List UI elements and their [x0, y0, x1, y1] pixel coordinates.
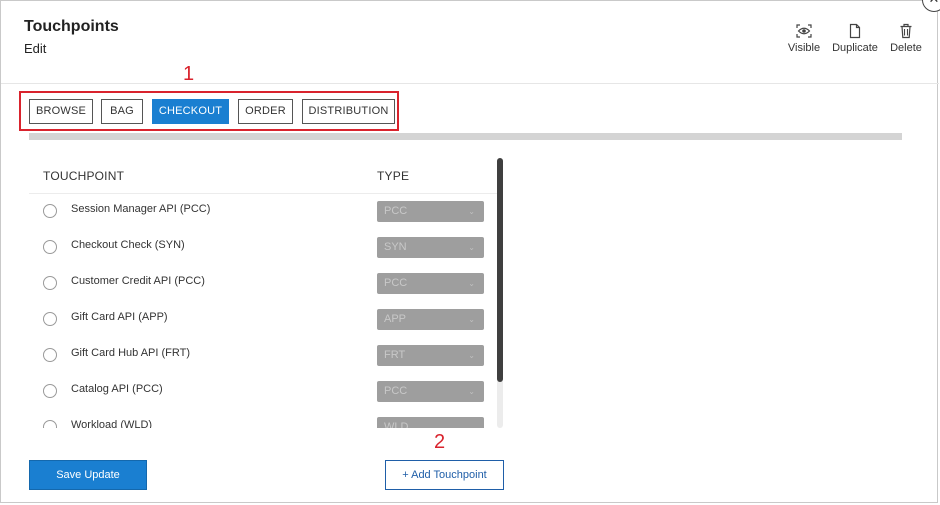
row-radio[interactable] [43, 204, 57, 218]
visible-button[interactable]: Visible [787, 23, 821, 54]
touchpoint-name: Catalog API (PCC) [71, 383, 163, 395]
delete-label: Delete [890, 42, 922, 54]
touchpoint-table: TOUCHPOINT TYPE Session Manager API (PCC… [29, 158, 505, 428]
duplicate-label: Duplicate [832, 42, 878, 54]
row-radio[interactable] [43, 420, 57, 428]
header-divider [1, 83, 939, 84]
type-select: PCC ⌄ [377, 201, 484, 222]
table-row: Workload (WLD) WLD ⌄ [29, 410, 497, 428]
touchpoint-name: Session Manager API (PCC) [71, 203, 211, 215]
chevron-down-icon: ⌄ [468, 387, 475, 396]
table-row: Catalog API (PCC) PCC ⌄ [29, 374, 497, 410]
touchpoint-name: Customer Credit API (PCC) [71, 275, 205, 287]
page-title: Touchpoints [24, 18, 119, 35]
table-row: Gift Card Hub API (FRT) FRT ⌄ [29, 338, 497, 374]
touchpoint-name: Gift Card API (APP) [71, 311, 168, 323]
table-row: Gift Card API (APP) APP ⌄ [29, 302, 497, 338]
type-value: FRT [384, 349, 406, 361]
touchpoint-name: Workload (WLD) [71, 419, 153, 428]
chevron-down-icon: ⌄ [468, 243, 475, 252]
row-radio[interactable] [43, 240, 57, 254]
chevron-down-icon: ⌄ [468, 207, 475, 216]
type-value: SYN [384, 241, 407, 253]
page-subtitle: Edit [24, 41, 47, 56]
type-select: SYN ⌄ [377, 237, 484, 258]
annotation-marker-1: 1 [183, 63, 195, 85]
add-touchpoint-button[interactable]: + Add Touchpoint [385, 460, 504, 490]
duplicate-button[interactable]: Duplicate [831, 23, 879, 54]
column-header-touchpoint: TOUCHPOINT [43, 169, 125, 183]
table-row: Checkout Check (SYN) SYN ⌄ [29, 230, 497, 266]
type-select: APP ⌄ [377, 309, 484, 330]
row-radio[interactable] [43, 348, 57, 362]
touchpoint-name: Gift Card Hub API (FRT) [71, 347, 190, 359]
table-row: Customer Credit API (PCC) PCC ⌄ [29, 266, 497, 302]
close-icon: ✕ [929, 0, 940, 6]
row-radio[interactable] [43, 276, 57, 290]
chevron-down-icon: ⌄ [468, 423, 475, 428]
tab-checkout[interactable]: CHECKOUT [152, 99, 229, 124]
row-radio[interactable] [43, 312, 57, 326]
column-header-type: TYPE [377, 169, 410, 183]
type-value: PCC [384, 277, 408, 289]
tab-order[interactable]: ORDER [238, 99, 293, 124]
type-select: PCC ⌄ [377, 273, 484, 294]
save-update-button[interactable]: Save Update [29, 460, 147, 490]
row-radio[interactable] [43, 384, 57, 398]
chevron-down-icon: ⌄ [468, 315, 475, 324]
type-select: PCC ⌄ [377, 381, 484, 402]
type-select: WLD ⌄ [377, 417, 484, 428]
trash-icon [900, 23, 912, 39]
table-row: Session Manager API (PCC) PCC ⌄ [29, 194, 497, 230]
chevron-down-icon: ⌄ [468, 279, 475, 288]
type-select: FRT ⌄ [377, 345, 484, 366]
tab-underline-bar [29, 133, 902, 140]
delete-button[interactable]: Delete [889, 23, 923, 54]
type-value: PCC [384, 205, 408, 217]
type-value: PCC [384, 385, 408, 397]
tab-bag[interactable]: BAG [101, 99, 143, 124]
type-value: APP [384, 313, 407, 325]
table-scrollbar-thumb[interactable] [497, 158, 503, 382]
document-icon [849, 23, 861, 39]
type-value: WLD [384, 421, 409, 428]
touchpoints-modal: Touchpoints Edit Visible Duplicate Delet… [0, 0, 939, 503]
eye-icon [796, 24, 812, 38]
touchpoint-name: Checkout Check (SYN) [71, 239, 185, 251]
annotation-marker-2: 2 [434, 431, 446, 453]
visible-label: Visible [787, 42, 821, 54]
tab-distribution[interactable]: DISTRIBUTION [302, 99, 395, 124]
chevron-down-icon: ⌄ [468, 351, 475, 360]
tab-browse[interactable]: BROWSE [29, 99, 93, 124]
